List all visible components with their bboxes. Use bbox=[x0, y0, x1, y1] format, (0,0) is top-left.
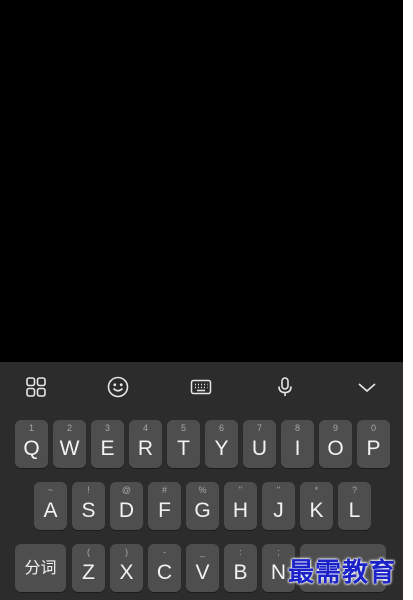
key-label: V bbox=[195, 561, 210, 584]
key-alt-label: : bbox=[239, 547, 242, 557]
key-x[interactable]: ) X bbox=[110, 544, 143, 592]
key-z[interactable]: (Z bbox=[72, 544, 105, 592]
key-b[interactable]: :B bbox=[224, 544, 257, 592]
key-label: U bbox=[251, 437, 268, 460]
key-r[interactable]: 4R bbox=[129, 420, 162, 468]
watermark-text: 最需教育 bbox=[288, 558, 397, 588]
key-label: K bbox=[309, 499, 324, 522]
key-h[interactable]: " H bbox=[224, 482, 257, 530]
key-alt-label: ) bbox=[125, 547, 128, 557]
key-e[interactable]: 3E bbox=[91, 420, 124, 468]
key-alt-label: 1 bbox=[28, 423, 34, 433]
key-alt-label: 0 bbox=[370, 423, 376, 433]
key-alt-label: 4 bbox=[142, 423, 148, 433]
key-alt-label: ? bbox=[351, 485, 357, 495]
key-label: E bbox=[100, 437, 115, 460]
key-alt-label: _ bbox=[199, 547, 205, 557]
key-f[interactable]: # F bbox=[148, 482, 181, 530]
key-label: G bbox=[194, 499, 211, 522]
key-a[interactable]: ~ A bbox=[34, 482, 67, 530]
key-o[interactable]: 9O bbox=[319, 420, 352, 468]
key-alt-label: 2 bbox=[66, 423, 72, 433]
key-q[interactable]: 1Q bbox=[15, 420, 48, 468]
key-alt-label: * bbox=[314, 485, 319, 495]
emoji-icon[interactable] bbox=[105, 374, 131, 400]
key-alt-label: 3 bbox=[104, 423, 110, 433]
grid-apps-icon[interactable] bbox=[23, 374, 49, 400]
key-label: Q bbox=[23, 437, 40, 460]
key-label: O bbox=[327, 437, 344, 460]
app-content-area bbox=[0, 0, 403, 362]
key-g[interactable]: % G bbox=[186, 482, 219, 530]
key-alt-label: 8 bbox=[294, 423, 300, 433]
key-y[interactable]: 6Y bbox=[205, 420, 238, 468]
chevron-down-icon[interactable] bbox=[354, 374, 380, 400]
key-u[interactable]: 7U bbox=[243, 420, 276, 468]
key-alt-label: 6 bbox=[218, 423, 224, 433]
key-alt-label: ~ bbox=[47, 485, 54, 495]
key-label: Z bbox=[82, 561, 95, 584]
key-alt-label: 5 bbox=[180, 423, 186, 433]
key-c[interactable]: -C bbox=[148, 544, 181, 592]
key-v[interactable]: _ V bbox=[186, 544, 219, 592]
key-label: R bbox=[137, 437, 154, 460]
key-label: J bbox=[273, 499, 284, 522]
key-label: P bbox=[366, 437, 381, 460]
key-label: H bbox=[232, 499, 249, 522]
key-label: W bbox=[59, 437, 80, 460]
keyboard-icon[interactable] bbox=[188, 374, 214, 400]
key-alt-label: @ bbox=[121, 485, 132, 495]
microphone-icon[interactable] bbox=[272, 374, 298, 400]
key-p[interactable]: 0P bbox=[357, 420, 390, 468]
key-s[interactable]: ! S bbox=[72, 482, 105, 530]
key-label: C bbox=[156, 561, 173, 584]
screen: 1Q 2W 3E 4R 5T 6Y 7U 8I 9O 0P ~ A ! S @ D #… bbox=[0, 0, 403, 600]
key-i[interactable]: 8I bbox=[281, 420, 314, 468]
segment-key[interactable]: 分词 bbox=[15, 544, 66, 592]
key-k[interactable]: * K bbox=[300, 482, 333, 530]
key-label: S bbox=[81, 499, 96, 522]
key-t[interactable]: 5T bbox=[167, 420, 200, 468]
key-label: L bbox=[348, 499, 361, 522]
key-alt-label: % bbox=[198, 485, 207, 495]
key-label: A bbox=[43, 499, 58, 522]
key-label: X bbox=[119, 561, 134, 584]
key-j[interactable]: " J bbox=[262, 482, 295, 530]
key-alt-label: 9 bbox=[332, 423, 338, 433]
segment-key-label: 分词 bbox=[24, 560, 57, 577]
key-label: D bbox=[118, 499, 135, 522]
key-alt-label: 7 bbox=[256, 423, 262, 433]
key-alt-label: " bbox=[238, 485, 243, 495]
key-label: T bbox=[177, 437, 190, 460]
keyboard-toolbar bbox=[0, 362, 403, 412]
key-alt-label: # bbox=[161, 485, 167, 495]
key-alt-label: ! bbox=[87, 485, 90, 495]
key-d[interactable]: @ D bbox=[110, 482, 143, 530]
key-label: F bbox=[158, 499, 171, 522]
key-label: Y bbox=[214, 437, 229, 460]
key-alt-label: " bbox=[276, 485, 281, 495]
key-l[interactable]: ? L bbox=[338, 482, 371, 530]
key-w[interactable]: 2W bbox=[53, 420, 86, 468]
key-label: B bbox=[233, 561, 248, 584]
key-alt-label: - bbox=[163, 547, 166, 557]
key-label: I bbox=[294, 437, 301, 460]
key-alt-label: ( bbox=[87, 547, 90, 557]
